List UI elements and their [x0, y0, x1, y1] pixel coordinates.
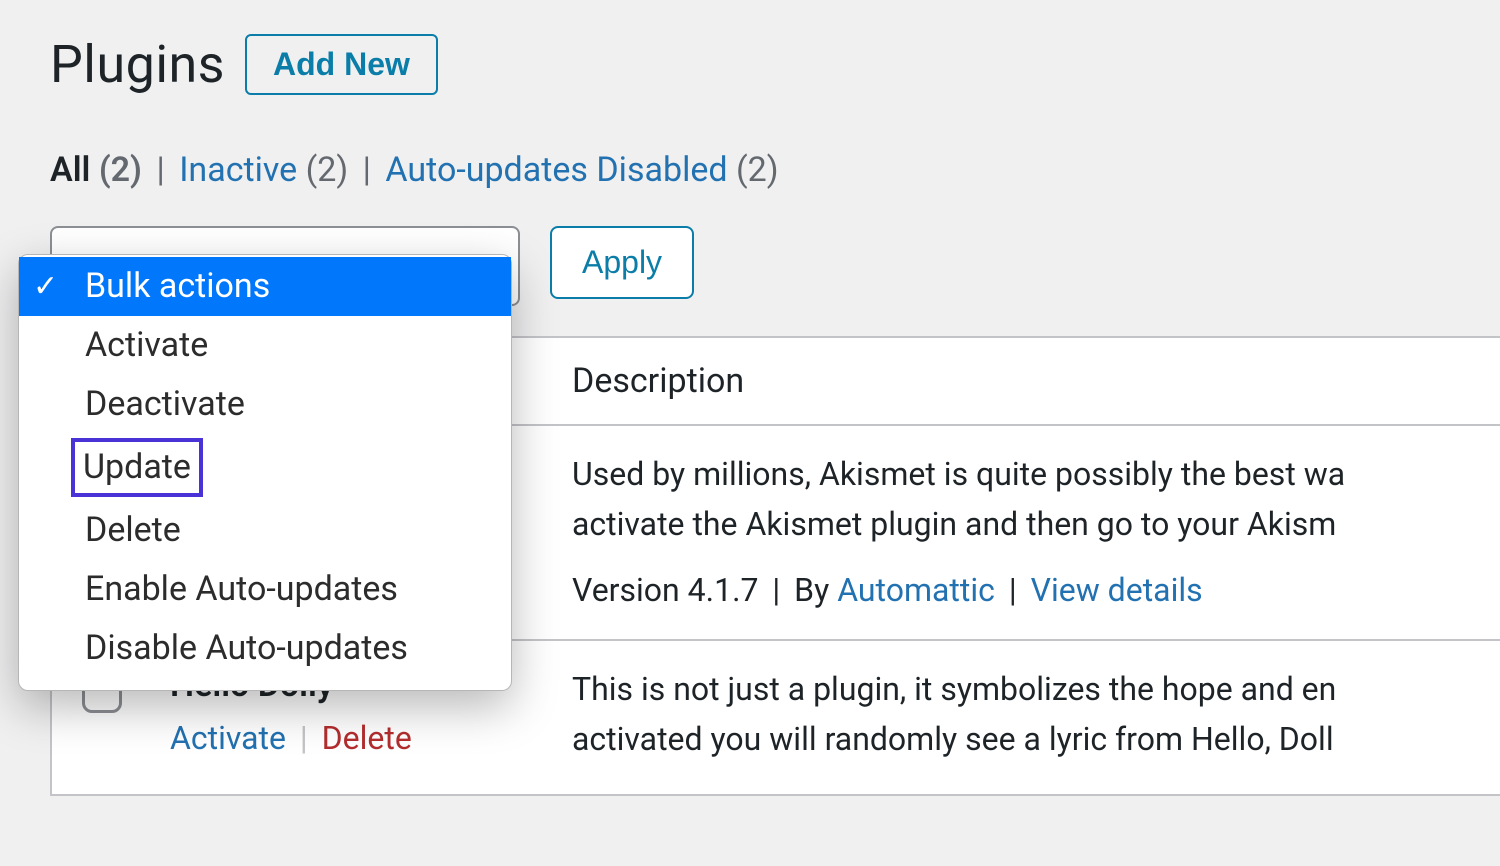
separator: | [156, 150, 164, 190]
bulk-actions-dropdown[interactable]: ✓Bulk actionsActivateDeactivateUpdateDel… [18, 254, 512, 691]
filter-all-count: (2) [99, 150, 142, 190]
activate-link[interactable]: Activate [170, 719, 286, 757]
filter-all[interactable]: All (2) [50, 150, 150, 190]
filter-inactive-count: (2) [306, 150, 349, 190]
plugin-description: activate the Akismet plugin and then go … [572, 500, 1500, 550]
bulk-option-label: Disable Auto-updates [77, 623, 416, 674]
bulk-option-label: Activate [77, 320, 216, 371]
bulk-option-label: Delete [77, 505, 189, 556]
delete-link[interactable]: Delete [322, 719, 412, 757]
plugin-description: activated you will randomly see a lyric … [572, 715, 1500, 765]
bulk-option-enable-auto-updates[interactable]: Enable Auto-updates [19, 560, 511, 619]
bulk-option-label: Bulk actions [77, 261, 278, 312]
row-actions: Activate | Delete [170, 719, 572, 757]
view-details-link[interactable]: View details [1031, 571, 1203, 609]
plugin-description: This is not just a plugin, it symbolizes… [572, 665, 1500, 715]
bulk-option-activate[interactable]: Activate [19, 316, 511, 375]
apply-button[interactable]: Apply [550, 226, 694, 299]
bulk-option-update[interactable]: Update [19, 434, 511, 501]
filter-auto-count: (2) [736, 150, 779, 190]
bulk-option-bulk-actions[interactable]: ✓Bulk actions [19, 257, 511, 316]
bulk-option-label: Deactivate [77, 379, 253, 430]
filter-auto-updates-disabled[interactable]: Auto-updates Disabled (2) [385, 150, 778, 190]
separator: | [363, 150, 371, 190]
plugin-version: Version 4.1.7 [572, 571, 758, 609]
page-title: Plugins [50, 34, 225, 95]
separator: | [292, 719, 316, 757]
plugin-author-link[interactable]: Automattic [837, 571, 995, 609]
filter-inactive-label: Inactive [179, 150, 297, 190]
bulk-option-deactivate[interactable]: Deactivate [19, 375, 511, 434]
by-label: By [786, 571, 837, 609]
separator: | [1009, 571, 1017, 609]
check-icon: ✓ [33, 264, 77, 309]
column-description: Description [572, 361, 744, 401]
filter-all-label: All [50, 150, 90, 190]
filter-tabs: All (2) | Inactive (2) | Auto-updates Di… [50, 150, 1500, 190]
bulk-option-label: Update [71, 438, 203, 497]
filter-inactive[interactable]: Inactive (2) [179, 150, 356, 190]
bulk-option-label: Enable Auto-updates [77, 564, 406, 615]
separator: | [772, 571, 780, 609]
bulk-option-disable-auto-updates[interactable]: Disable Auto-updates [19, 619, 511, 678]
bulk-option-delete[interactable]: Delete [19, 501, 511, 560]
plugin-meta: Version 4.1.7 | By Automattic | View det… [572, 571, 1500, 609]
plugin-description: Used by millions, Akismet is quite possi… [572, 450, 1500, 500]
add-new-button[interactable]: Add New [245, 34, 438, 95]
filter-auto-label: Auto-updates Disabled [385, 150, 727, 190]
